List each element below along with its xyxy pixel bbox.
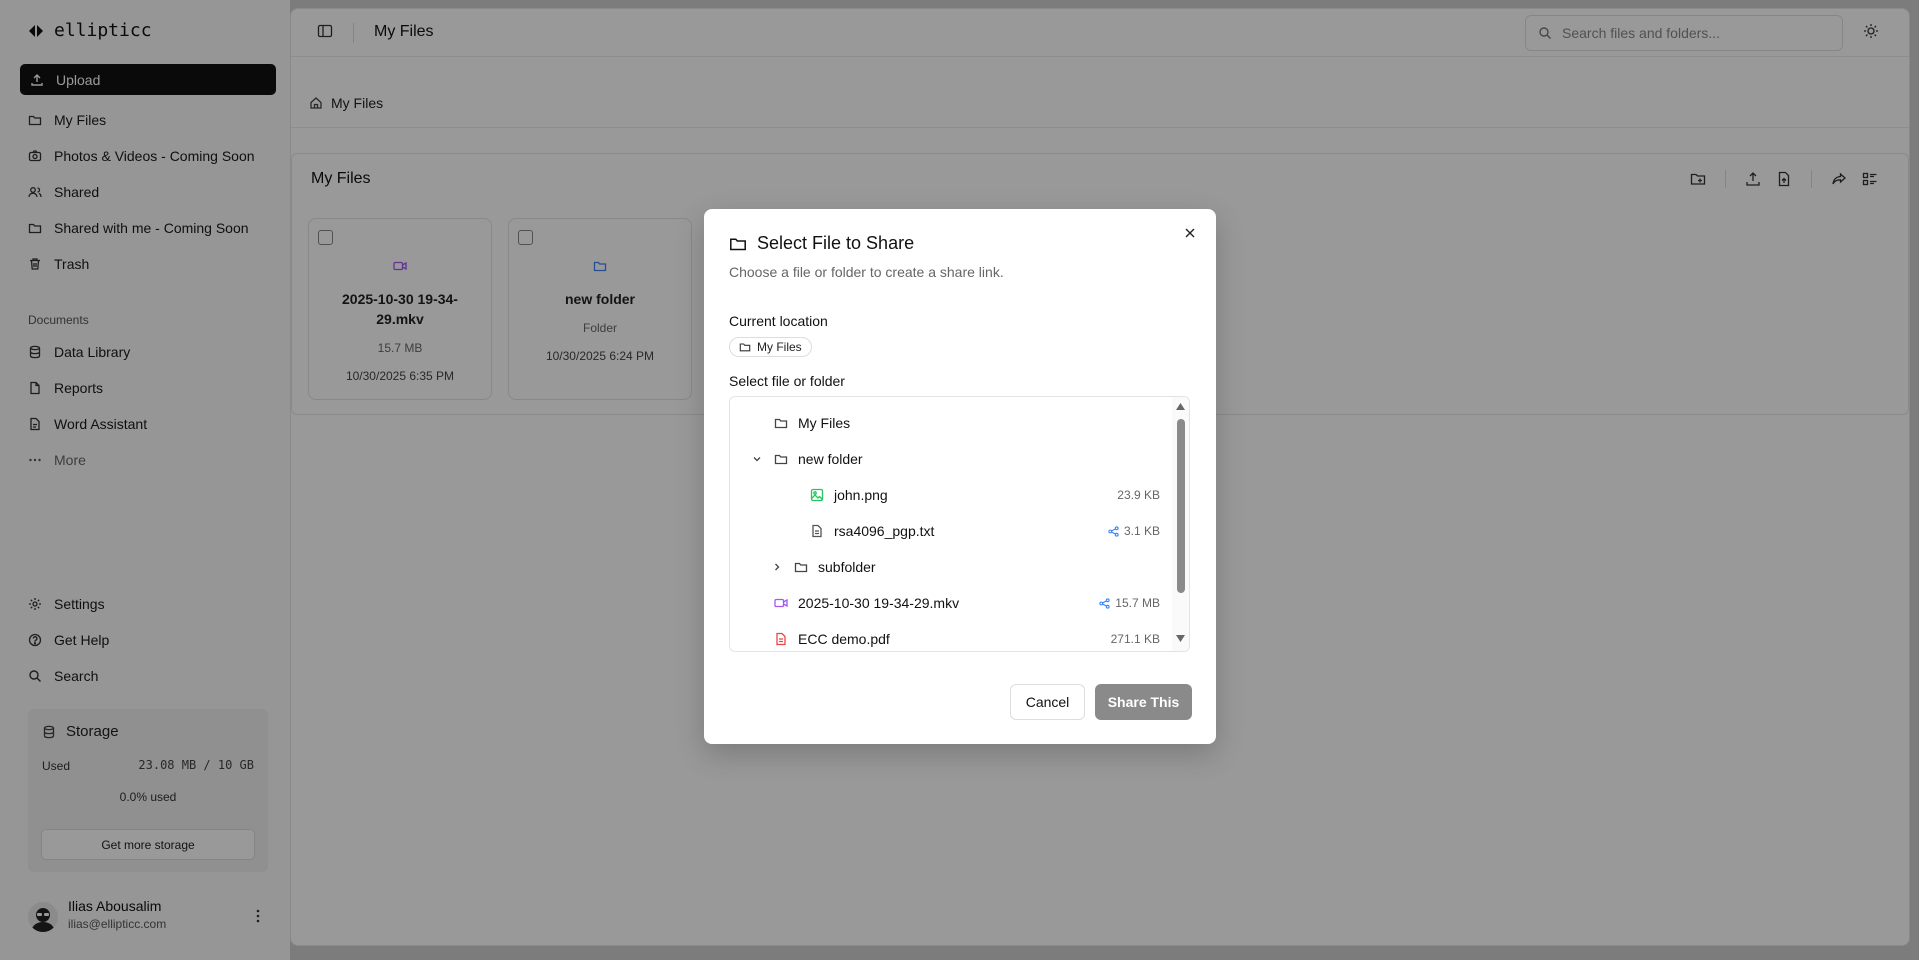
tree-item-size-label: 23.9 KB — [1117, 488, 1160, 502]
tree-item-rsa4096-pgp-txt[interactable]: rsa4096_pgp.txt 3.1 KB — [730, 513, 1170, 549]
tree-item-label: subfolder — [818, 559, 876, 575]
tree-item-label: new folder — [798, 451, 863, 467]
tree-item-label: 2025-10-30 19-34-29.mkv — [798, 595, 960, 611]
file-tree: My Files new folder john.png 23.9 KB rsa… — [729, 396, 1190, 652]
folder-icon — [729, 235, 747, 253]
current-location-value: My Files — [757, 340, 802, 354]
dialog-title-label: Select File to Share — [757, 233, 915, 253]
tree-item-new-folder[interactable]: new folder — [730, 441, 1170, 477]
scrollbar[interactable] — [1172, 397, 1189, 651]
video-icon — [774, 596, 788, 610]
dialog-subtitle: Choose a file or folder to create a shar… — [729, 264, 1004, 280]
tree-item-size: 3.1 KB — [1108, 524, 1160, 538]
chevron-down-icon[interactable] — [750, 452, 764, 466]
image-icon — [810, 488, 824, 502]
tree-item-label: My Files — [798, 415, 851, 431]
close-icon[interactable] — [1182, 225, 1198, 241]
share-dialog: Select File to Share Choose a file or fo… — [704, 209, 1216, 744]
scroll-down-icon[interactable] — [1176, 635, 1185, 642]
cancel-button[interactable]: Cancel — [1010, 684, 1085, 720]
folder-icon — [774, 416, 788, 430]
shared-indicator-icon — [1099, 597, 1110, 609]
tree-item-size-label: 3.1 KB — [1123, 524, 1160, 538]
shared-indicator-icon — [1108, 525, 1119, 537]
pdf-icon — [774, 632, 788, 646]
text-file-icon — [810, 524, 824, 538]
current-location-chip: My Files — [729, 337, 812, 357]
tree-item-mkv[interactable]: 2025-10-30 19-34-29.mkv 15.7 MB — [730, 585, 1170, 621]
tree-item-label: john.png — [834, 487, 888, 503]
folder-icon — [774, 452, 788, 466]
tree-item-label: rsa4096_pgp.txt — [834, 523, 935, 539]
current-location-label: Current location — [729, 313, 828, 329]
chevron-right-icon[interactable] — [770, 560, 784, 574]
tree-item-size-label: 15.7 MB — [1115, 596, 1160, 610]
dialog-title: Select File to Share — [729, 233, 914, 254]
tree-item-size: 23.9 KB — [1117, 488, 1160, 502]
scroll-up-icon[interactable] — [1176, 403, 1185, 410]
tree-item-my-files[interactable]: My Files — [730, 405, 1170, 441]
tree-item-ecc-demo-pdf[interactable]: ECC demo.pdf 271.1 KB — [730, 621, 1170, 651]
tree-item-size-label: 271.1 KB — [1110, 632, 1160, 646]
tree-item-size: 271.1 KB — [1111, 632, 1160, 646]
scrollbar-thumb[interactable] — [1177, 419, 1185, 593]
tree-item-subfolder[interactable]: subfolder — [730, 549, 1170, 585]
folder-icon — [739, 341, 751, 353]
share-this-button[interactable]: Share This — [1095, 684, 1192, 720]
select-label: Select file or folder — [729, 373, 845, 389]
tree-item-john-png[interactable]: john.png 23.9 KB — [730, 477, 1170, 513]
folder-icon — [794, 560, 808, 574]
tree-item-size: 15.7 MB — [1099, 596, 1160, 610]
tree-item-label: ECC demo.pdf — [798, 631, 890, 647]
